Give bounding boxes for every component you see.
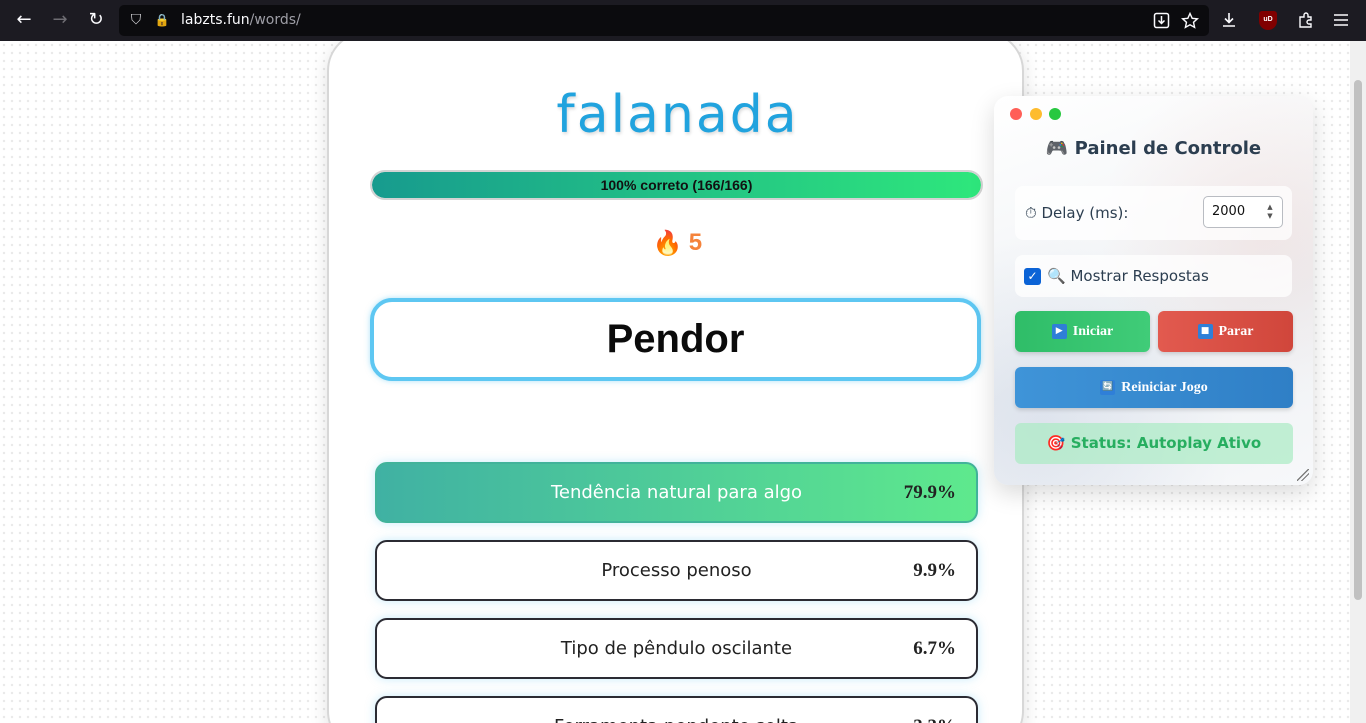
answer-option[interactable]: Ferramenta pendente solta 3.3% — [375, 696, 978, 723]
save-page-icon[interactable] — [1153, 12, 1170, 29]
close-dot[interactable] — [1010, 108, 1022, 120]
stop-button[interactable]: ■ Parar — [1158, 311, 1293, 352]
start-button-label: Iniciar — [1072, 324, 1114, 339]
shield-icon[interactable]: ⛉ — [127, 11, 145, 29]
play-icon: ▶ — [1051, 324, 1067, 340]
gamepad-icon: 🎮 — [1045, 138, 1069, 159]
downloads-icon[interactable] — [1220, 11, 1238, 29]
back-arrow-icon[interactable]: ← — [13, 9, 35, 31]
menu-hamburger-icon[interactable] — [1333, 12, 1349, 28]
panel-title: 🎮 Painel de Controle — [994, 138, 1313, 159]
delay-value: 2000 — [1212, 204, 1246, 219]
answer-option[interactable]: Tipo de pêndulo oscilante 6.7% — [375, 618, 978, 679]
answer-option[interactable]: Tendência natural para algo 79.9% — [375, 462, 978, 523]
bookmark-star-icon[interactable] — [1181, 12, 1199, 30]
url-host: labzts.fun — [181, 12, 250, 28]
restart-button-label: Reiniciar Jogo — [1121, 380, 1208, 395]
streak-count: 5 — [688, 229, 703, 256]
lock-icon[interactable]: 🔒 — [153, 11, 171, 29]
delay-setting: ⏱ Delay (ms): 2000 ▲ ▼ — [1015, 186, 1292, 240]
panel-title-text: Painel de Controle — [1074, 138, 1262, 159]
answer-option-percent: 79.9% — [903, 482, 956, 503]
progress-bar: 100% correto (166/166) — [370, 170, 983, 200]
show-answers-label: 🔍 Mostrar Respostas — [1047, 267, 1209, 285]
status-indicator: 🎯 Status: Autoplay Ativo — [1015, 423, 1293, 464]
number-spinner-icon[interactable]: ▲ ▼ — [1264, 203, 1276, 221]
url-bar[interactable]: ⛉ 🔒 labzts.fun/words/ — [119, 5, 1209, 36]
stopwatch-icon: ⏱ — [1025, 204, 1037, 222]
stop-button-label: Parar — [1218, 324, 1254, 339]
answer-option-label: Tendência natural para algo — [550, 482, 803, 503]
progress-text: 100% correto (166/166) — [600, 177, 753, 193]
show-answers-setting: ✓ 🔍 Mostrar Respostas — [1015, 255, 1292, 297]
target-icon: 🎯 — [1046, 434, 1066, 452]
minimize-dot[interactable] — [1030, 108, 1042, 120]
browser-toolbar: ← → ↻ ⛉ 🔒 labzts.fun/words/ uD — [0, 0, 1366, 41]
answer-option-label: Tipo de pêndulo oscilante — [560, 638, 793, 659]
extensions-puzzle-icon[interactable] — [1297, 11, 1315, 29]
answer-option-label: Processo penoso — [601, 560, 752, 581]
delay-label: ⏱ Delay (ms): — [1025, 204, 1128, 222]
fire-icon: 🔥 — [652, 229, 683, 257]
answer-option-percent: 6.7% — [913, 638, 956, 659]
game-card: falanada 100% correto (166/166) 🔥 5 Pendo… — [327, 41, 1024, 723]
ublock-origin-icon[interactable]: uD — [1259, 11, 1277, 30]
resize-grip-icon[interactable] — [1297, 469, 1309, 481]
show-answers-checkbox[interactable]: ✓ — [1024, 268, 1041, 285]
answer-option-percent: 3.3% — [913, 698, 956, 723]
restart-icon: 🔄 — [1100, 380, 1116, 396]
forward-arrow-icon[interactable]: → — [49, 9, 71, 31]
show-answers-text: Mostrar Respostas — [1070, 267, 1209, 285]
stop-icon: ■ — [1197, 324, 1213, 340]
delay-input[interactable]: 2000 ▲ ▼ — [1203, 196, 1283, 228]
reload-icon[interactable]: ↻ — [85, 9, 107, 31]
magnifier-icon: 🔍 — [1047, 267, 1066, 285]
logo: falanada — [556, 85, 799, 145]
url-path: /words/ — [249, 12, 301, 28]
restart-button[interactable]: 🔄 Reiniciar Jogo — [1015, 367, 1293, 408]
target-word: Pendor — [370, 298, 981, 381]
url-text[interactable]: labzts.fun/words/ — [181, 12, 301, 28]
delay-label-text: Delay (ms): — [1041, 204, 1129, 222]
answer-option[interactable]: Processo penoso 9.9% — [375, 540, 978, 601]
maximize-dot[interactable] — [1049, 108, 1061, 120]
status-text: Status: Autoplay Ativo — [1070, 434, 1262, 452]
answer-option-label: Ferramenta pendente solta — [377, 698, 976, 723]
page-scrollbar-thumb[interactable] — [1354, 80, 1362, 600]
start-button[interactable]: ▶ Iniciar — [1015, 311, 1150, 352]
control-panel[interactable]: 🎮 Painel de Controle ⏱ Delay (ms): 2000 … — [994, 96, 1313, 485]
streak-counter: 🔥 5 — [329, 229, 1026, 257]
answer-option-percent: 9.9% — [913, 560, 956, 581]
